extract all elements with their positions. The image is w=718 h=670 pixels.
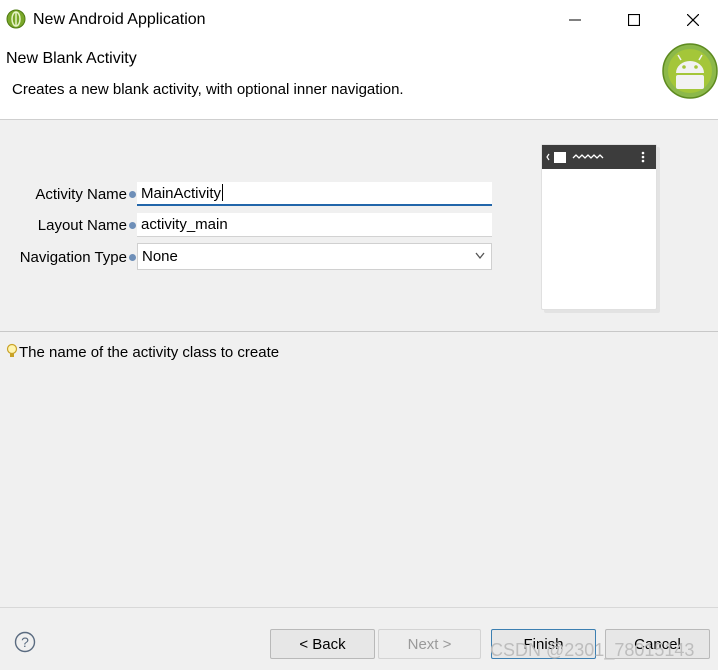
wizard-banner: New Blank Activity Creates a new blank a…	[0, 40, 718, 120]
info-icon	[129, 254, 136, 261]
minimize-button[interactable]	[552, 6, 598, 34]
activity-name-value: MainActivity	[141, 185, 222, 202]
activity-name-label: Activity Name	[35, 186, 127, 203]
divider	[0, 607, 718, 608]
android-logo-icon	[662, 43, 718, 99]
watermark: CSDN @2301_78015143	[490, 640, 695, 660]
lightbulb-icon	[6, 343, 18, 357]
preview-action-bar	[542, 145, 656, 169]
help-icon[interactable]: ?	[14, 631, 36, 653]
activity-name-field[interactable]: MainActivity	[137, 182, 492, 206]
activity-preview	[541, 144, 657, 310]
svg-text:?: ?	[21, 634, 29, 650]
navigation-type-label: Navigation Type	[19, 249, 127, 266]
page-title: New Blank Activity	[6, 50, 137, 67]
layout-name-field[interactable]: activity_main	[137, 213, 492, 237]
hint-message: The name of the activity class to create	[19, 344, 280, 361]
page-description: Creates a new blank activity, with optio…	[12, 81, 404, 98]
info-icon	[129, 222, 136, 229]
back-button[interactable]: < Back	[270, 629, 375, 659]
info-icon	[129, 191, 136, 198]
maximize-button[interactable]	[611, 6, 657, 34]
chevron-down-icon	[475, 252, 485, 260]
layout-name-value: activity_main	[141, 216, 228, 233]
next-button[interactable]: Next >	[378, 629, 481, 659]
title-bar: New Android Application	[0, 0, 718, 40]
maximize-icon	[628, 14, 640, 26]
layout-name-label: Layout Name	[37, 217, 127, 234]
close-button[interactable]	[670, 6, 716, 34]
navigation-type-select[interactable]: None	[137, 243, 492, 270]
text-cursor	[222, 184, 224, 201]
window-title: New Android Application	[33, 11, 206, 28]
navigation-type-value: None	[142, 248, 178, 265]
close-icon	[687, 14, 699, 26]
minimize-icon	[569, 19, 581, 21]
preview-bar-graphic	[546, 151, 645, 163]
android-app-icon	[6, 9, 26, 29]
divider	[0, 331, 718, 332]
